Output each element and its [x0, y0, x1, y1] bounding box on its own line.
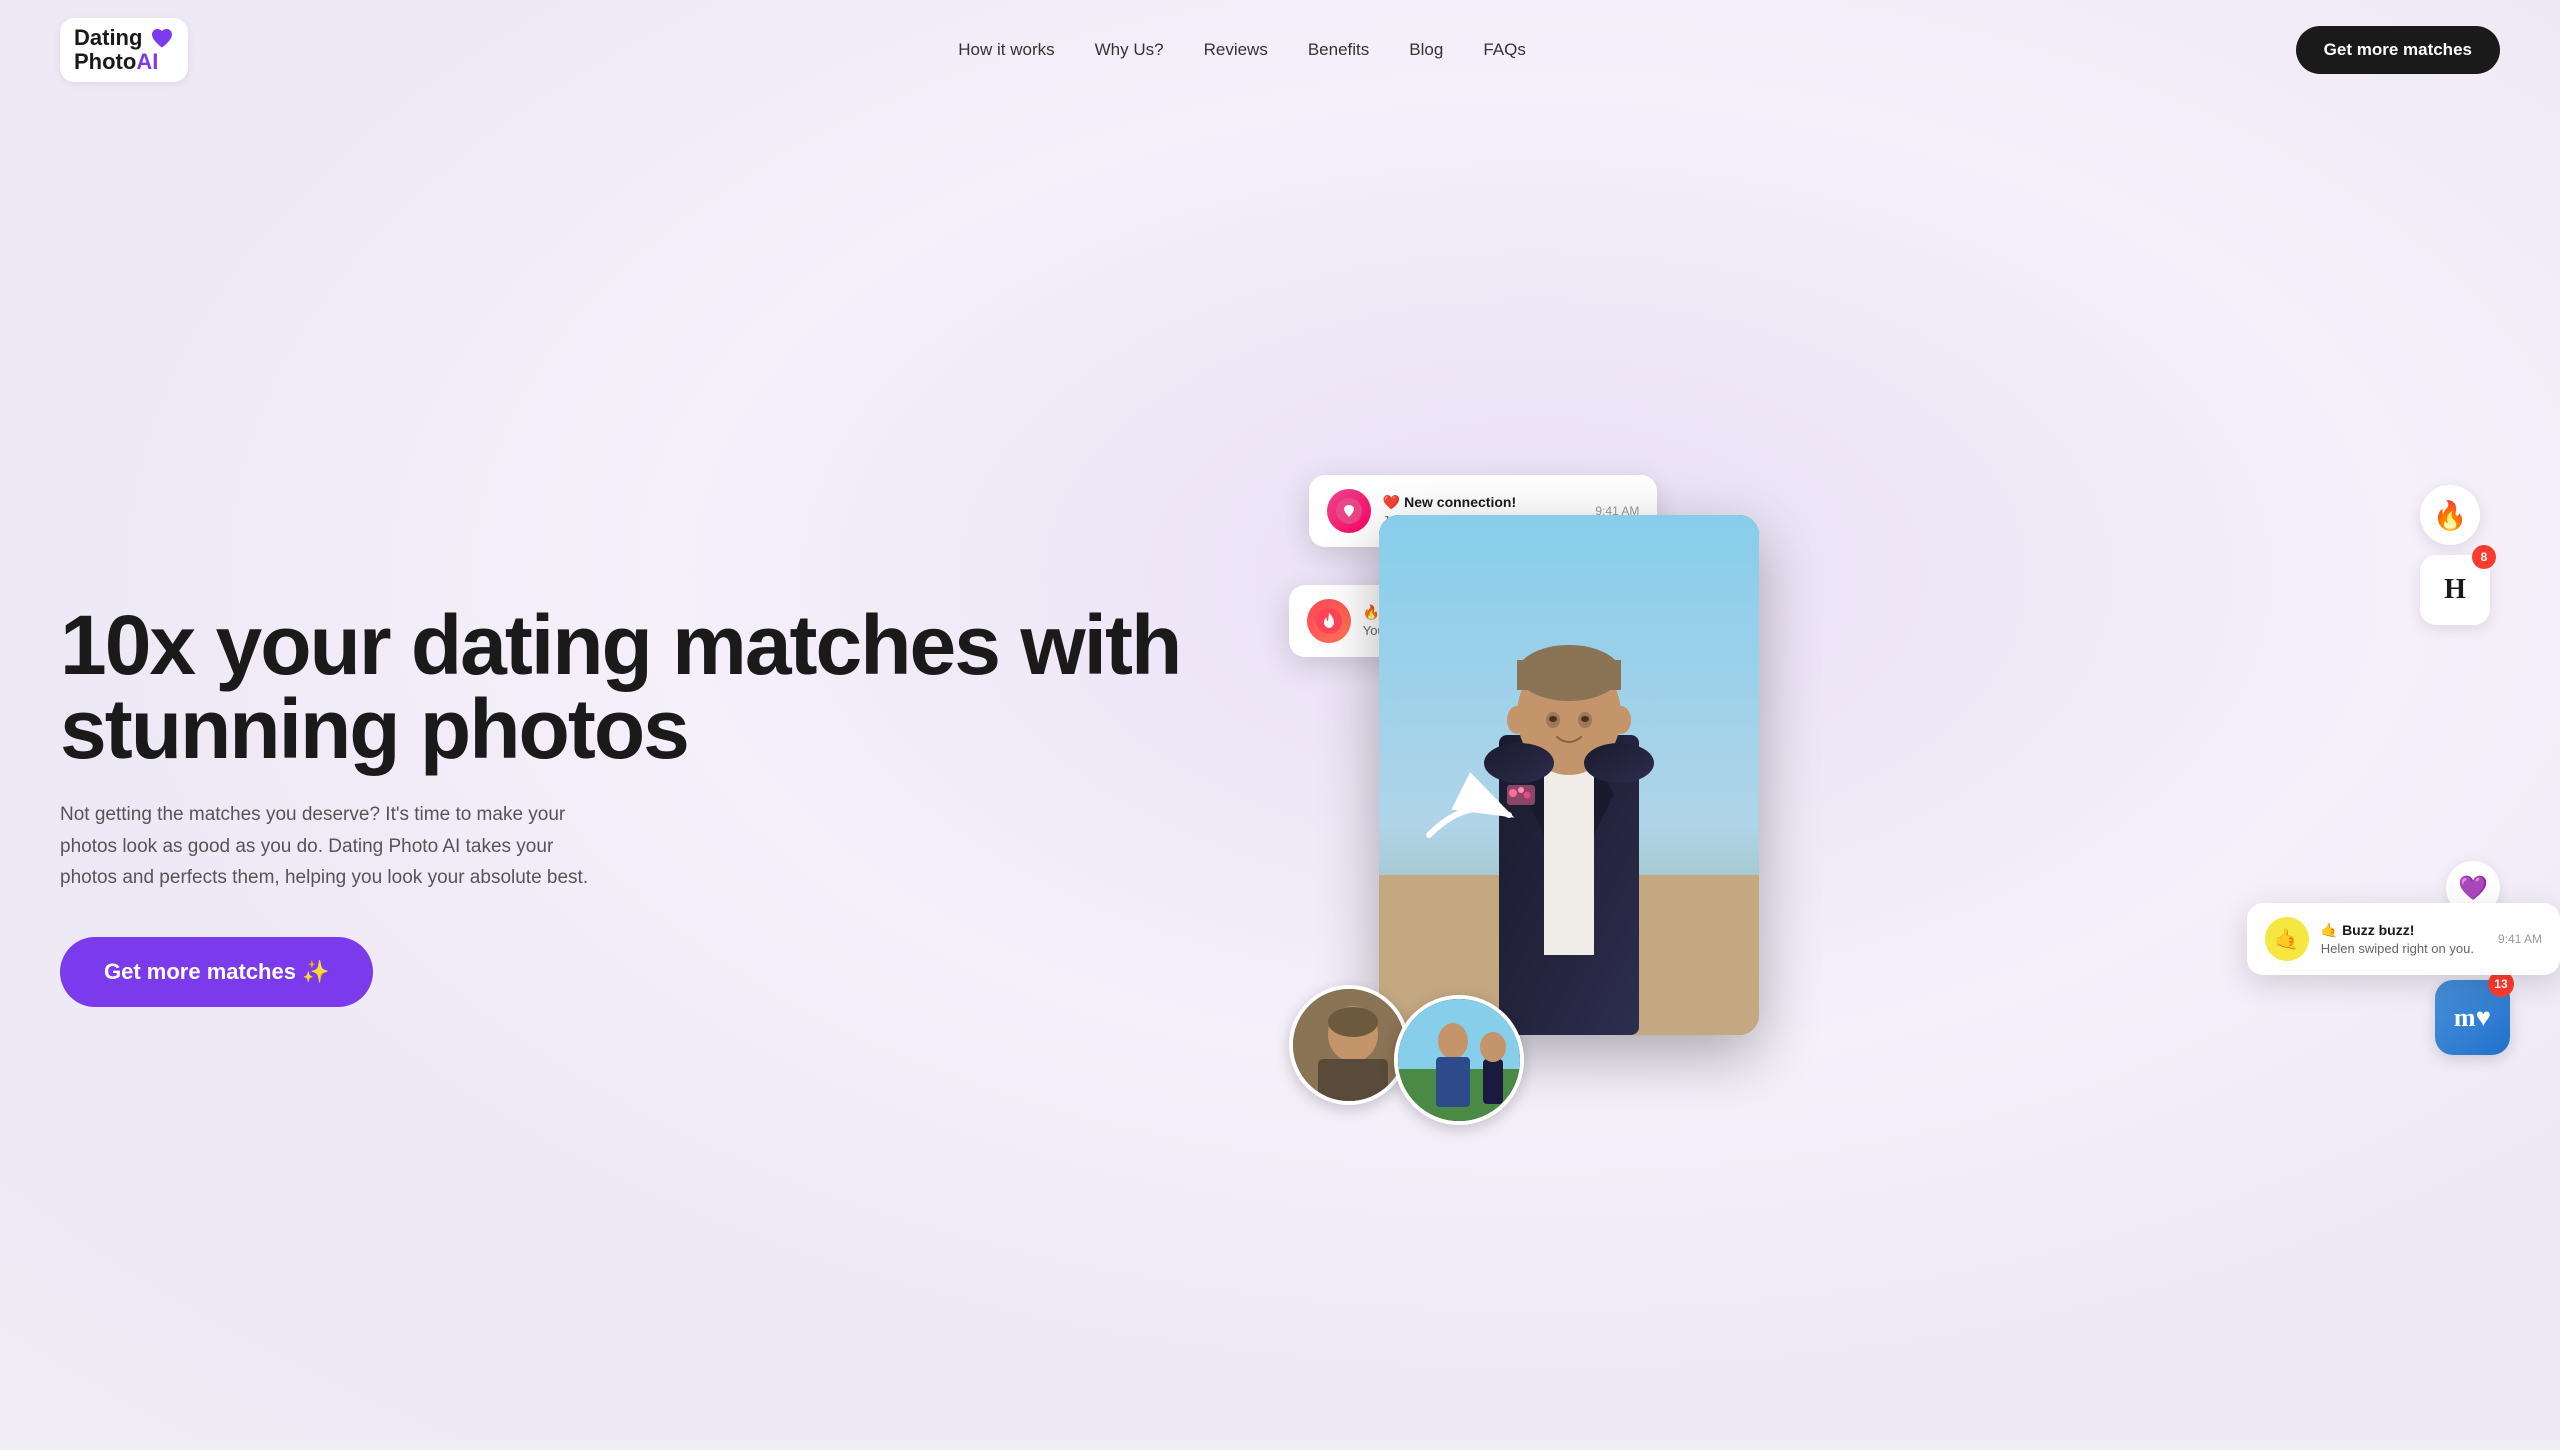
notif-3-text: 🤙 Buzz buzz! Helen swiped right on you. [2321, 922, 2474, 956]
notif-1-title: ❤️ New connection! [1383, 494, 1572, 511]
hero-content: 10x your dating matches with stunning ph… [60, 583, 1329, 1007]
notif-3-body: Helen swiped right on you. [2321, 941, 2474, 956]
before-photos [1289, 965, 1524, 1105]
float-fire-icon: 🔥 [2420, 485, 2480, 545]
notif-buzz-icon: 🤙 [2265, 917, 2309, 961]
logo-line1: Dating [74, 26, 142, 50]
before-photo-1 [1289, 985, 1409, 1105]
hero-subtitle: Not getting the matches you deserve? It'… [60, 799, 600, 893]
notif-3-time: 9:41 AM [2486, 932, 2542, 946]
notif-tinder-icon [1307, 599, 1351, 643]
hero-title: 10x your dating matches with stunning ph… [60, 603, 1289, 771]
nav-link-benefits[interactable]: Benefits [1308, 40, 1369, 59]
before-photo-2 [1394, 995, 1524, 1125]
logo-line2-photo: Photo [74, 49, 136, 74]
main-photo-card [1379, 515, 1759, 1035]
nav-links: How it works Why Us? Reviews Benefits Bl… [958, 40, 1526, 60]
hero-section: 10x your dating matches with stunning ph… [0, 100, 2560, 1450]
notif-3-title: 🤙 Buzz buzz! [2321, 922, 2474, 939]
hero-visual: ❤️ New connection! Julia liked you back.… [1329, 455, 2500, 1135]
logo-heart-icon [150, 27, 174, 49]
nav-link-reviews[interactable]: Reviews [1204, 40, 1268, 59]
nav-link-blog[interactable]: Blog [1409, 40, 1443, 59]
notif-bumble-icon [1327, 489, 1371, 533]
nav-cta-button[interactable]: Get more matches [2296, 26, 2500, 74]
navbar: Dating PhotoAI How it works Why Us? Revi… [0, 0, 2560, 100]
logo[interactable]: Dating PhotoAI [60, 18, 188, 82]
bumble-badge: 13 [2488, 971, 2514, 997]
logo-line2-ai: AI [136, 49, 158, 74]
notification-buzz: 🤙 🤙 Buzz buzz! Helen swiped right on you… [2247, 903, 2560, 975]
bumble-letter: m♥ [2454, 1003, 2491, 1033]
hinge-badge: 8 [2472, 545, 2496, 569]
nav-link-why-us[interactable]: Why Us? [1095, 40, 1164, 59]
nav-link-faqs[interactable]: FAQs [1483, 40, 1526, 59]
nav-link-how-it-works[interactable]: How it works [958, 40, 1054, 59]
hinge-letter: H [2444, 574, 2466, 606]
hero-cta-button[interactable]: Get more matches ✨ [60, 937, 373, 1007]
